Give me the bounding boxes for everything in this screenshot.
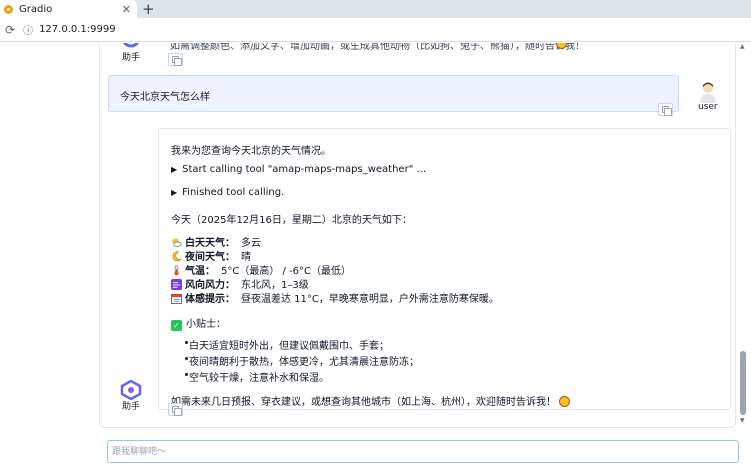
- copy-icon: [662, 106, 672, 116]
- scroll-thumb[interactable]: [740, 351, 746, 415]
- weather-row-feel: 体感提示： 昼夜温差达 11°C，早晚寒意明显，户外需注意防寒保暖。: [171, 290, 499, 305]
- url-field[interactable]: 127.0.0.1:9999: [39, 24, 116, 35]
- page: 助手 如需调整颜色、添加文字、增加动画，或生成其他动物（比如狗、兔子、熊猫），随…: [0, 43, 751, 467]
- partly-cloudy-icon: [172, 238, 182, 247]
- assistant-message-bubble: 我来为您查询今天北京的天气情况。 ▶ Start calling tool "am…: [158, 128, 731, 410]
- tool-done-text: Finished tool calling.: [182, 187, 285, 198]
- closing-text: 如需未来几日预报、穿衣建议，或想查询其他城市（如上海、杭州），欢迎随时告诉我！: [171, 397, 556, 408]
- chat-input[interactable]: [112, 444, 712, 460]
- assistant-avatar-icon: [120, 379, 142, 401]
- closing-row: 如需未来几日预报、穿衣建议，或想查询其他城市（如上海、杭州），欢迎随时告诉我！: [171, 393, 570, 408]
- weather-row-wind: 风向风力： 东北风，1–3级: [171, 276, 309, 291]
- copy-button[interactable]: [658, 103, 673, 116]
- close-tab-icon[interactable]: ✕: [122, 3, 131, 16]
- site-info-icon[interactable]: ⓘ: [23, 22, 33, 37]
- copy-button[interactable]: [168, 403, 183, 416]
- moon-icon: [172, 251, 182, 262]
- assistant-label: 助手: [122, 53, 141, 63]
- scroll-down-arrow-icon[interactable]: ▼: [740, 417, 745, 424]
- weather-summary: 今天（2025年12月16日，星期二）北京的天气如下：: [171, 215, 412, 226]
- gradio-favicon-icon: [4, 4, 13, 14]
- tips-title: 小贴士：: [186, 319, 226, 330]
- expand-triangle-icon: ▶: [171, 165, 178, 174]
- address-bar: ⟳ ⓘ 127.0.0.1:9999: [0, 18, 751, 42]
- user-avatar-icon: [697, 81, 719, 103]
- tab-title: Gradio: [19, 3, 53, 15]
- tool-done-details[interactable]: ▶ Finished tool calling.: [171, 187, 284, 198]
- user-message-text: 今天北京天气怎么样: [120, 92, 210, 103]
- tool-call-text: Start calling tool "amap-maps-maps_weath…: [182, 164, 427, 175]
- thermometer-icon: [174, 265, 179, 276]
- wind-icon: [171, 279, 182, 290]
- user-message-bubble: 今天北京天气怎么样: [108, 75, 679, 112]
- user-label: user: [698, 102, 718, 112]
- new-tab-button[interactable]: +: [142, 1, 155, 17]
- check-mark-icon: ✓: [171, 320, 182, 331]
- bot-intro: 我来为您查询今天北京的天气情况。: [171, 146, 331, 157]
- reload-icon[interactable]: ⟳: [5, 23, 15, 37]
- tips-title-row: ✓ 小贴士：: [171, 315, 226, 331]
- previous-message-text: 如需调整颜色、添加文字、增加动画，或生成其他动物（比如狗、兔子、熊猫），随时告诉…: [170, 43, 585, 52]
- calendar-icon: [171, 294, 182, 304]
- tip-item: 夜间晴朗利于散热，体感更冷，尤其清晨注意防冻；: [185, 353, 419, 368]
- smile-emoji-icon: [559, 396, 570, 407]
- weather-label: 体感提示：: [185, 294, 235, 305]
- chat-scrollbar[interactable]: ▲ ▼: [739, 43, 747, 428]
- weather-value: 昼夜温差达 11°C，早晚寒意明显，户外需注意防寒保暖。: [241, 294, 499, 305]
- browser-tab-bar: Gradio ✕ +: [0, 0, 751, 18]
- chatbot-panel: 助手 如需调整颜色、添加文字、增加动画，或生成其他动物（比如狗、兔子、熊猫），随…: [99, 43, 736, 428]
- chat-input-box[interactable]: [107, 440, 739, 463]
- copy-icon: [172, 406, 182, 416]
- expand-triangle-icon: ▶: [171, 188, 178, 197]
- assistant-label: 助手: [122, 402, 141, 412]
- tip-item: 空气较干燥，注意补水和保湿。: [185, 369, 329, 384]
- copy-button[interactable]: [168, 53, 183, 66]
- scroll-up-arrow-icon[interactable]: ▲: [740, 43, 745, 50]
- tip-item: 白天适宜短时外出，但建议佩戴围巾、手套；: [185, 337, 389, 352]
- weather-row-temperature: 气温： 5°C（最高） / -6°C（最低）: [171, 262, 351, 277]
- copy-icon: [172, 56, 182, 66]
- assistant-avatar-icon: [120, 43, 142, 49]
- weather-row-day: 白天天气： 多云: [171, 234, 261, 249]
- weather-row-night: 夜间天气：晴: [171, 248, 251, 263]
- tool-call-details[interactable]: ▶ Start calling tool "amap-maps-maps_weat…: [171, 164, 426, 175]
- browser-tab[interactable]: Gradio ✕: [0, 0, 137, 18]
